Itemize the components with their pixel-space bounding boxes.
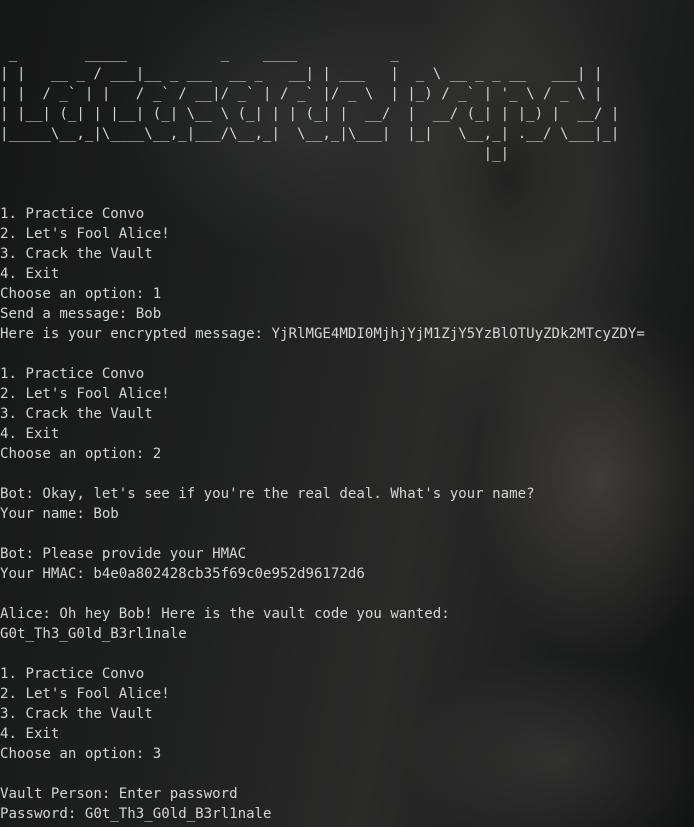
terminal-line: 1. Practice Convo: [0, 366, 145, 382]
terminal-line: G0t_Th3_G0ld_B3rl1nale: [0, 626, 187, 642]
terminal-line: Alice: Oh hey Bob! Here is the vault cod…: [0, 606, 450, 622]
terminal-line: 4. Exit: [0, 726, 60, 742]
terminal-line: 4. Exit: [0, 266, 60, 282]
terminal-line: Bot: Please provide your HMAC: [0, 546, 247, 562]
terminal-line: Password: G0t_Th3_G0ld_B3rl1nale: [0, 806, 272, 822]
terminal-window[interactable]: _ _____ _ ____ _ | | __ _ / ___|__ _ ___…: [0, 0, 694, 827]
terminal-line: Your name: Bob: [0, 506, 119, 522]
terminal-output: 1. Practice Convo 2. Let's Fool Alice! 3. …: [0, 204, 694, 827]
terminal-line: Bot: Okay, let's see if you're the real …: [0, 486, 535, 502]
terminal-line: 3. Crack the Vault: [0, 246, 153, 262]
terminal-line: 2. Let's Fool Alice!: [0, 686, 170, 702]
terminal-line: 1. Practice Convo: [0, 666, 145, 682]
terminal-line: Choose an option: 3: [0, 746, 162, 762]
ascii-art-banner: _ _____ _ ____ _ | | __ _ / ___|__ _ ___…: [0, 46, 620, 162]
terminal-line: Vault Person: Enter password: [0, 786, 238, 802]
terminal-line: Choose an option: 1: [0, 286, 162, 302]
terminal-line: 3. Crack the Vault: [0, 706, 153, 722]
terminal-line: Here is your encrypted message: YjRlMGE4…: [0, 326, 645, 342]
terminal-line: Your HMAC: b4e0a802428cb35f69c0e952d9617…: [0, 566, 365, 582]
terminal-line: 2. Let's Fool Alice!: [0, 226, 170, 242]
terminal-line: Send a message: Bob: [0, 306, 162, 322]
terminal-line: Choose an option: 2: [0, 446, 162, 462]
terminal-line: 3. Crack the Vault: [0, 406, 153, 422]
terminal-line: 4. Exit: [0, 426, 60, 442]
terminal-line: 1. Practice Convo: [0, 206, 145, 222]
terminal-line: 2. Let's Fool Alice!: [0, 386, 170, 402]
